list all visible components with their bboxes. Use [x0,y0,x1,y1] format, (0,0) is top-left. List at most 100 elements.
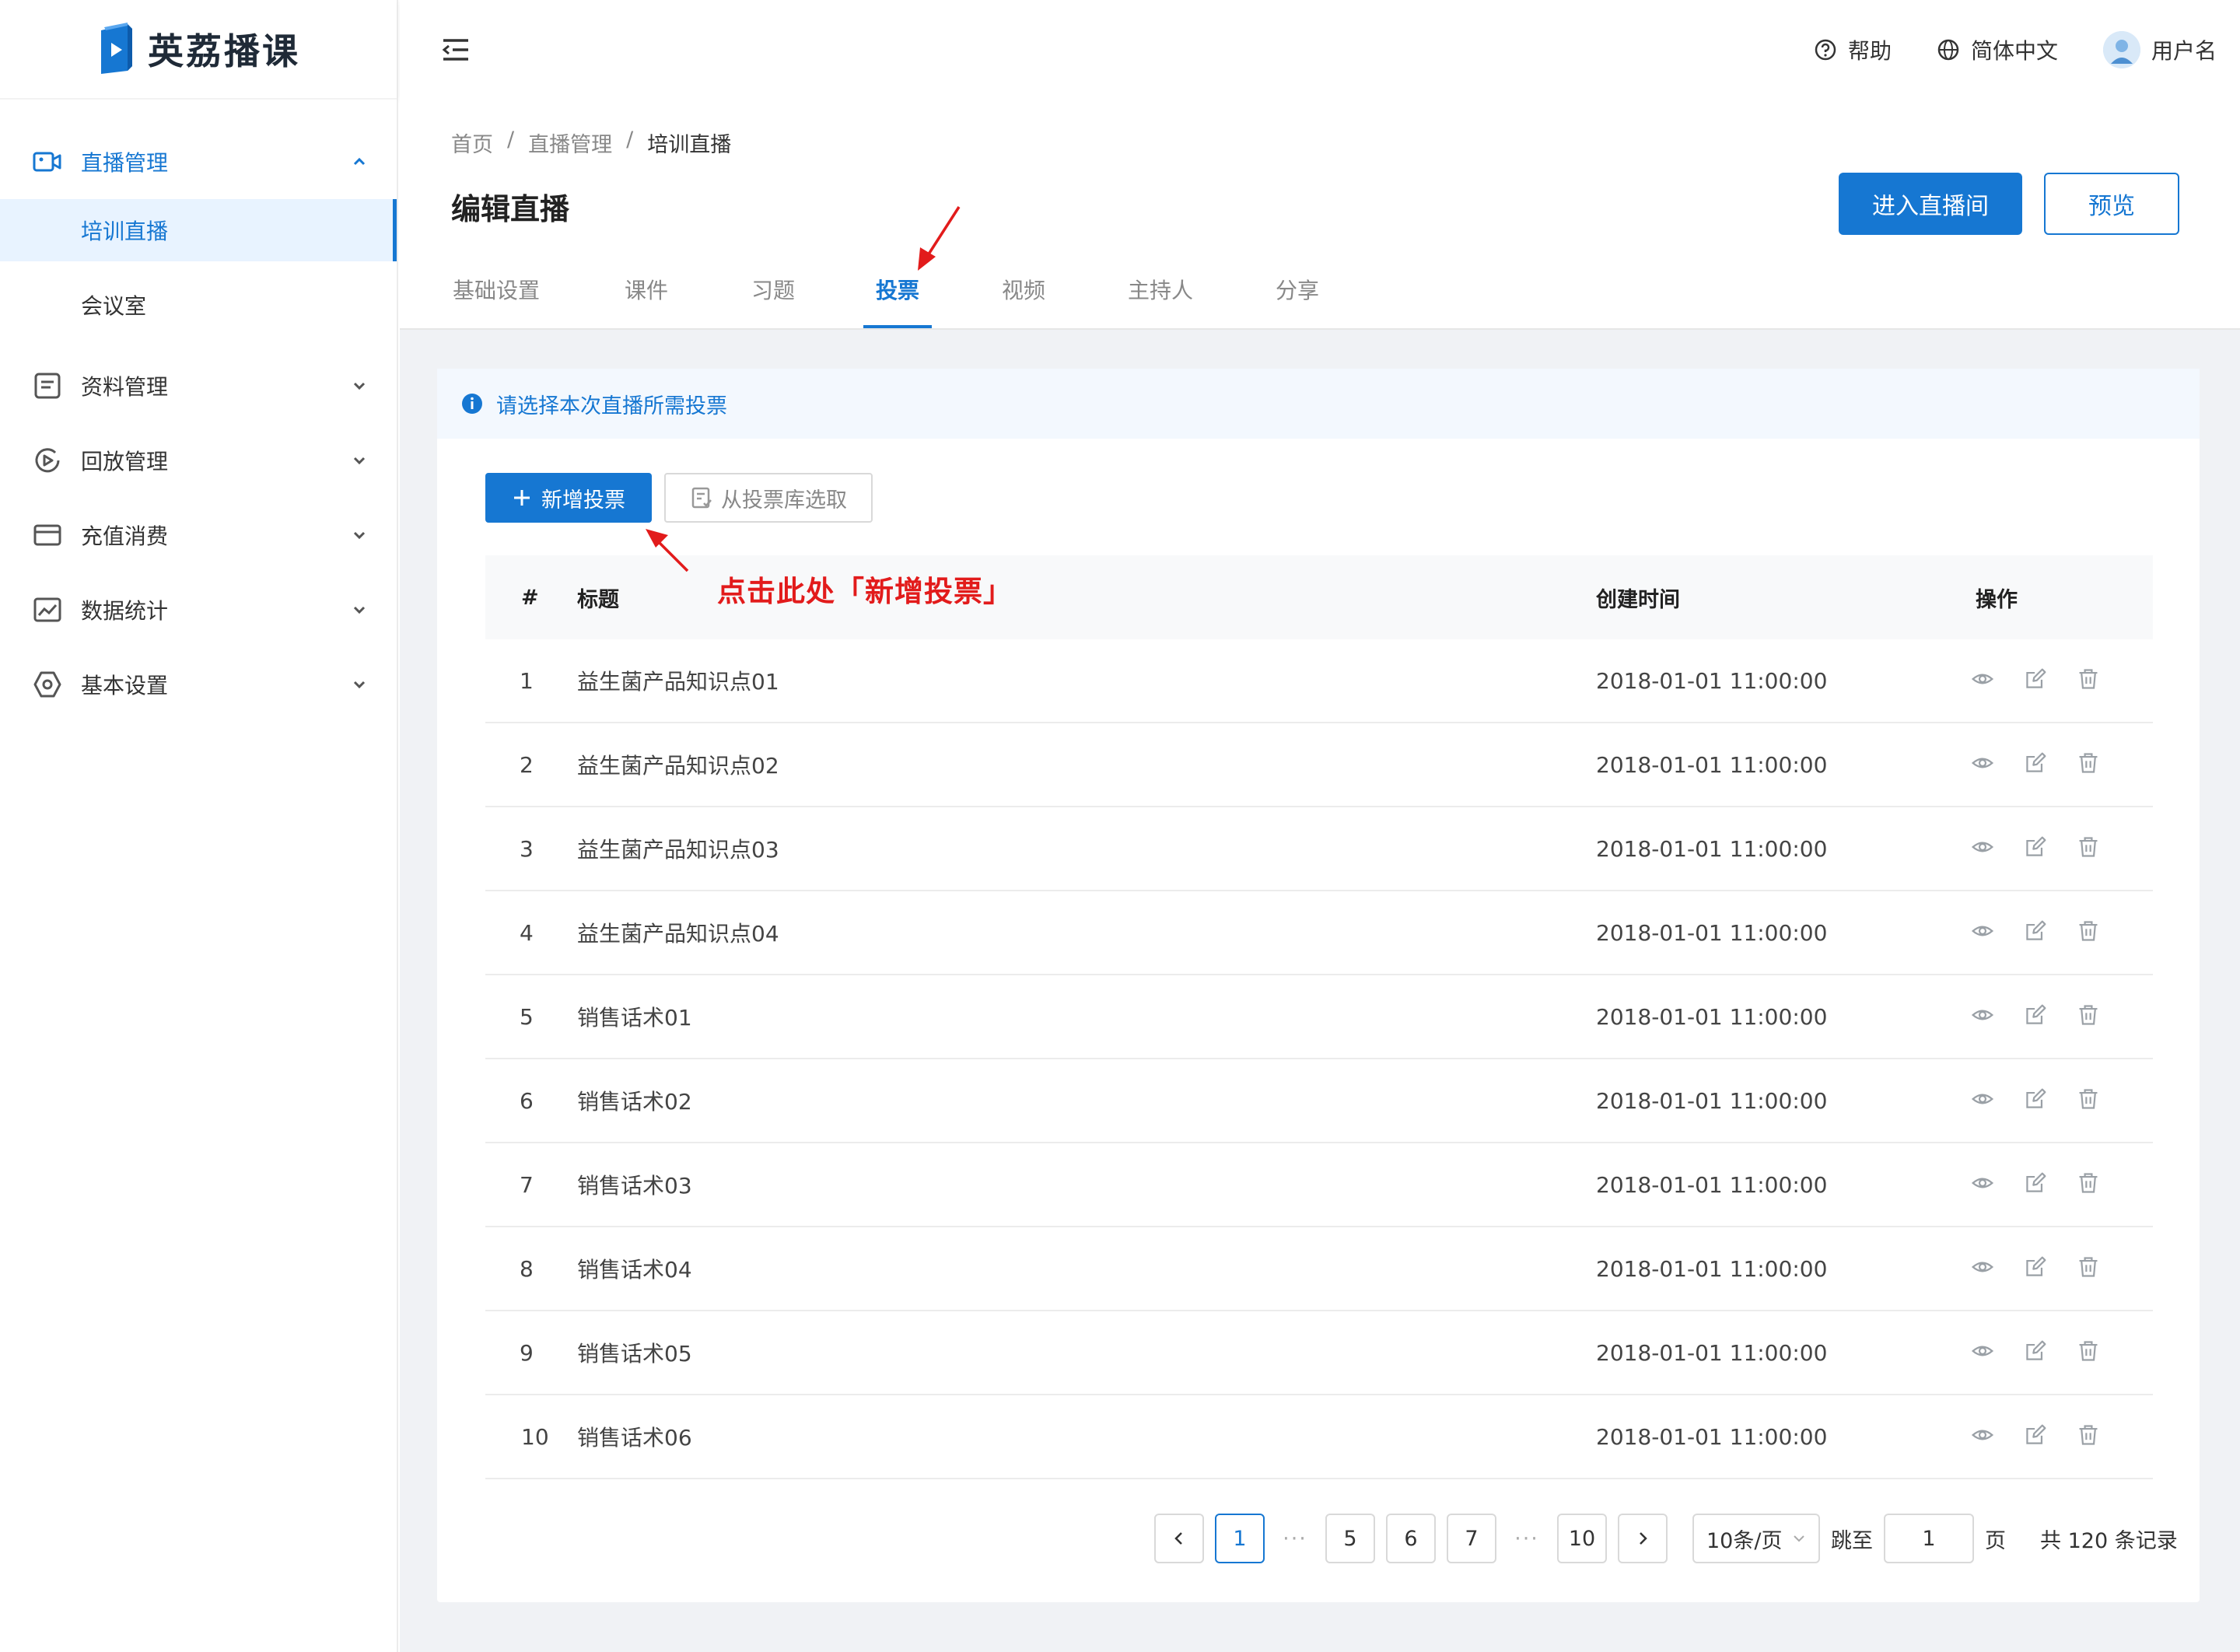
breadcrumb: 首页 / 直播管理 / 培训直播 [451,128,731,158]
page-ellipsis[interactable]: ··· [1507,1527,1546,1551]
page-size-select[interactable]: 10条/页 [1692,1514,1820,1563]
row-created-time: 2018-01-01 11:00:00 [1596,1087,1828,1114]
prev-page-button[interactable] [1154,1514,1204,1563]
vote-card: 请选择本次直播所需投票 新增投票 从投票库选取 # 标题 创建时间 操作 1 益生… [437,369,2200,1602]
jump-page-input[interactable]: 1 [1884,1514,1974,1563]
select-from-library-button[interactable]: 从投票库选取 [664,473,873,523]
page-1-button[interactable]: 1 [1215,1514,1265,1563]
eye-icon[interactable] [1971,1255,1997,1282]
edit-icon[interactable] [2024,1003,2050,1030]
app-logo[interactable]: 英荔播课 [0,0,397,100]
globe-icon [1937,39,1959,61]
tab-video[interactable]: 视频 [1002,274,1045,330]
menu-fold-icon[interactable] [439,33,473,67]
edit-icon[interactable] [2024,1339,2050,1366]
info-notice: 请选择本次直播所需投票 [437,369,2200,439]
user-menu[interactable]: 用户名 [2102,31,2217,68]
row-created-time: 2018-01-01 11:00:00 [1596,1171,1828,1198]
table-body: 1 益生菌产品知识点01 2018-01-01 11:00:00 2 益生菌产品知识点0… [485,639,2153,1479]
row-actions [1971,1255,2103,1282]
column-header-title: 标题 [577,587,619,612]
next-page-button[interactable] [1618,1514,1668,1563]
add-vote-button[interactable]: 新增投票 [485,473,652,523]
sidebar-subitem-training-live[interactable]: 培训直播 [0,199,397,261]
trash-icon[interactable] [2077,1087,2103,1114]
language-switcher[interactable]: 简体中文 [1937,34,2058,65]
eye-icon[interactable] [1971,1087,1997,1114]
row-created-time: 2018-01-01 11:00:00 [1596,751,1828,778]
edit-icon[interactable] [2024,919,2050,946]
eye-icon[interactable] [1971,667,1997,694]
sidebar-item-live[interactable]: 直播管理 [0,124,397,199]
trash-icon[interactable] [2077,835,2103,862]
username: 用户名 [2151,38,2217,64]
edit-icon[interactable] [2024,1087,2050,1114]
page-size-value: 10条/页 [1706,1528,1783,1553]
row-created-time: 2018-01-01 11:00:00 [1596,667,1828,694]
tab-courseware[interactable]: 课件 [625,274,668,330]
breadcrumb-current: 培训直播 [647,133,732,157]
table-row: 3 益生菌产品知识点03 2018-01-01 11:00:00 [485,807,2153,891]
trash-icon[interactable] [2077,1255,2103,1282]
eye-icon[interactable] [1971,1003,1997,1030]
sidebar-item-statistics[interactable]: 数据统计 [0,572,397,647]
sidebar-item-materials[interactable]: 资料管理 [0,348,397,423]
tab-vote[interactable]: 投票 [876,274,919,330]
eye-icon[interactable] [1971,919,1997,946]
logo-icon [101,23,132,74]
eye-icon[interactable] [1971,1171,1997,1198]
page-6-button[interactable]: 6 [1386,1514,1436,1563]
page-5-button[interactable]: 5 [1325,1514,1375,1563]
edit-icon[interactable] [2024,1171,2050,1198]
info-icon [462,394,482,414]
chevron-down-icon [353,606,366,614]
sidebar: 英荔播课 直播管理 培训直播 会议室 资料管理 回放管理 充值消费 数据统计 基… [0,0,398,1652]
trash-icon[interactable] [2077,667,2103,694]
trash-icon[interactable] [2077,1171,2103,1198]
breadcrumb-separator: / [626,128,634,152]
page-unit-label: 页 [1985,1528,2006,1553]
edit-icon[interactable] [2024,667,2050,694]
tab-basic-settings[interactable]: 基础设置 [453,274,540,330]
sidebar-item-label: 资料管理 [81,374,169,400]
enter-live-room-button[interactable]: 进入直播间 [1839,173,2022,235]
row-actions [1971,751,2103,778]
edit-icon[interactable] [2024,1423,2050,1450]
edit-icon[interactable] [2024,1255,2050,1282]
help-link[interactable]: 帮助 [1814,34,1892,65]
trash-icon[interactable] [2077,1339,2103,1366]
chevron-left-icon [1174,1532,1182,1545]
tab-share[interactable]: 分享 [1276,274,1319,330]
pagination: 1 ··· 5 6 7 ··· 10 10条/页 跳至 1 页 共 120 条记… [1154,1514,2178,1563]
page-header: 首页 / 直播管理 / 培训直播 编辑直播 进入直播间 预览 基础设置 课件 习… [400,100,2240,330]
edit-icon[interactable] [2024,751,2050,778]
sidebar-item-label: 回放管理 [81,449,169,474]
trash-icon[interactable] [2077,751,2103,778]
tab-exercises[interactable]: 习题 [751,274,795,330]
trash-icon[interactable] [2077,919,2103,946]
eye-icon[interactable] [1971,1423,1997,1450]
sidebar-item-label: 数据统计 [81,598,169,624]
trash-icon[interactable] [2077,1003,2103,1030]
video-camera-icon [31,145,64,178]
sidebar-subitem-meeting-room[interactable]: 会议室 [0,274,397,336]
sidebar-item-recharge[interactable]: 充值消费 [0,498,397,572]
row-created-time: 2018-01-01 11:00:00 [1596,1339,1828,1366]
tab-host[interactable]: 主持人 [1128,274,1193,330]
eye-icon[interactable] [1971,835,1997,862]
preview-button[interactable]: 预览 [2044,173,2179,235]
eye-icon[interactable] [1971,751,1997,778]
breadcrumb-live-management[interactable]: 直播管理 [528,128,612,158]
sidebar-item-settings[interactable]: 基本设置 [0,647,397,722]
row-actions [1971,1003,2103,1030]
edit-icon[interactable] [2024,835,2050,862]
chevron-down-icon [353,681,366,689]
page-10-button[interactable]: 10 [1557,1514,1607,1563]
row-title: 益生菌产品知识点03 [577,837,779,863]
page-ellipsis[interactable]: ··· [1276,1527,1314,1551]
sidebar-item-playback[interactable]: 回放管理 [0,423,397,498]
breadcrumb-home[interactable]: 首页 [451,128,493,158]
page-7-button[interactable]: 7 [1447,1514,1496,1563]
eye-icon[interactable] [1971,1339,1997,1366]
trash-icon[interactable] [2077,1423,2103,1450]
